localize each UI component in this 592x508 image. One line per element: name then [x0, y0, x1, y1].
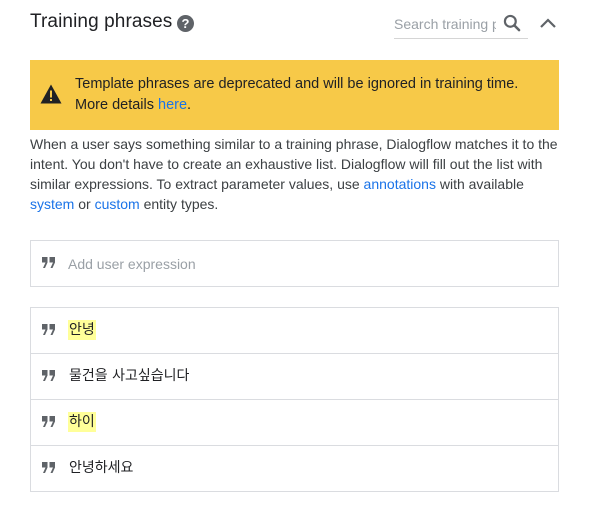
add-expression-box — [30, 240, 559, 287]
search-input[interactable] — [394, 13, 496, 35]
custom-link[interactable]: custom — [95, 196, 140, 212]
chevron-up-icon[interactable] — [538, 16, 558, 30]
warning-message: Template phrases are deprecated and will… — [75, 74, 545, 116]
warning-text: Template phrases are deprecated and will… — [75, 76, 519, 113]
quote-icon — [42, 462, 55, 473]
system-link[interactable]: system — [30, 196, 74, 212]
section-header: Training phrases ? — [0, 0, 592, 50]
quote-icon — [42, 257, 55, 268]
quote-icon — [42, 416, 55, 427]
description-text: When a user says something similar to a … — [30, 134, 560, 214]
quote-icon — [42, 370, 55, 381]
add-user-expression-input[interactable] — [68, 253, 538, 275]
phrase-text[interactable]: 하이 — [68, 412, 96, 432]
phrase-text[interactable]: 물건을 사고싶습니다 — [68, 366, 190, 386]
description-part: with available — [435, 176, 524, 192]
phrase-text[interactable]: 안녕 — [68, 320, 96, 340]
phrase-text[interactable]: 안녕하세요 — [68, 458, 134, 478]
description-part: or — [74, 196, 95, 212]
training-phrase-row[interactable]: 하이 — [31, 400, 558, 446]
training-phrase-list: 안녕 물건을 사고싶습니다 하이 안녕하세요 — [30, 307, 559, 492]
training-phrase-row[interactable]: 안녕 — [31, 308, 558, 354]
training-phrase-row[interactable]: 물건을 사고싶습니다 — [31, 354, 558, 400]
section-title: Training phrases — [30, 11, 173, 32]
warning-triangle-icon — [40, 84, 62, 104]
warning-text-end: . — [187, 97, 192, 113]
training-phrase-row[interactable]: 안녕하세요 — [31, 446, 558, 491]
training-phrases-panel: Training phrases ? Template phrases are … — [0, 0, 592, 508]
description-part: entity types. — [139, 196, 219, 212]
search-field — [394, 12, 528, 39]
help-circle-icon[interactable]: ? — [177, 15, 194, 32]
annotations-link[interactable]: annotations — [364, 176, 436, 192]
deprecation-warning-banner: Template phrases are deprecated and will… — [30, 60, 559, 130]
details-link[interactable]: here — [158, 97, 187, 113]
search-icon[interactable] — [502, 13, 522, 33]
quote-icon — [42, 324, 55, 335]
